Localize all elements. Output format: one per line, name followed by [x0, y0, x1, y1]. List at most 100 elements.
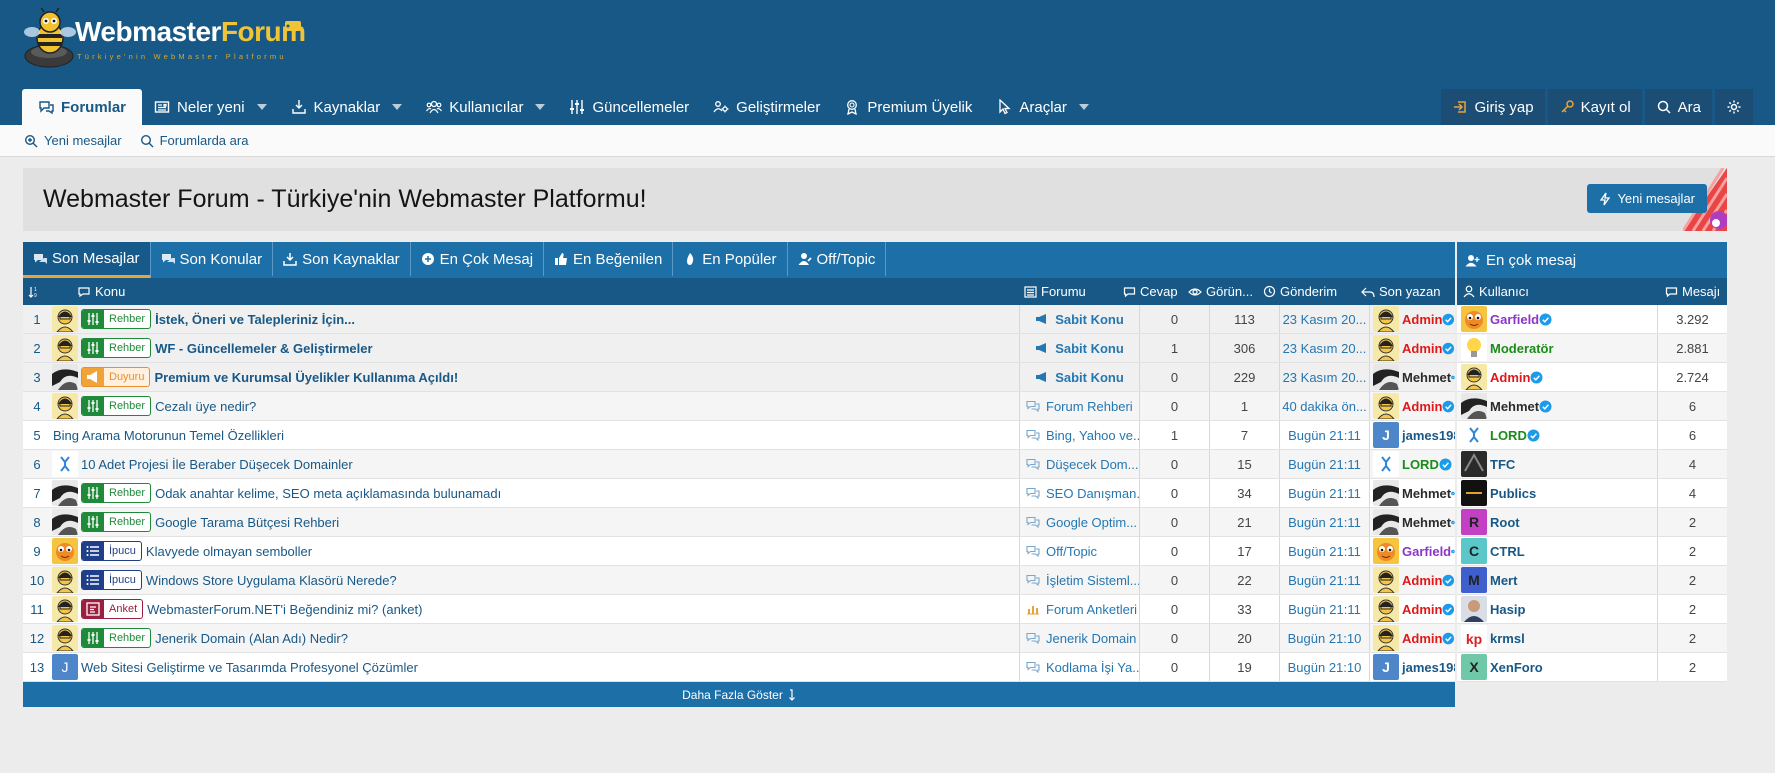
table-row[interactable]: 1 Rehber İstek, Öneri ve Talepleriniz İçin… [23, 305, 1455, 334]
topic-title-link[interactable]: Bing Arama Motorunun Temel Özellikleri [53, 428, 284, 443]
avatar[interactable]: kp [1461, 625, 1487, 651]
sent-date-cell[interactable]: 23 Kasım 20... [1279, 305, 1369, 333]
top-poster-row[interactable]: kp krmsl 2 [1457, 624, 1727, 653]
topic-title-link[interactable]: Klavyede olmayan semboller [146, 544, 312, 559]
top-poster-user[interactable]: Garfield [1457, 305, 1657, 333]
top-poster-user[interactable]: LORD [1457, 421, 1657, 449]
prefix-badge[interactable]: Rehber [81, 483, 152, 503]
top-poster-user[interactable]: C CTRL [1457, 537, 1657, 565]
avatar[interactable] [1373, 509, 1399, 535]
forum-cell[interactable]: Jenerik Domain [1019, 624, 1139, 652]
last-poster-cell[interactable]: Admin [1369, 392, 1455, 420]
nav-tab-araçlar[interactable]: Araçlar [984, 89, 1101, 125]
table-row[interactable]: 13 J Web Sitesi Geliştirme ve Tasarımda Pr… [23, 653, 1455, 682]
topic-title-link[interactable]: WF - Güncellemeler & Geliştirmeler [155, 341, 372, 356]
top-poster-row[interactable]: LORD 6 [1457, 421, 1727, 450]
top-poster-user[interactable]: X XenForo [1457, 653, 1657, 681]
forum-cell[interactable]: Kodlama İşi Ya... [1019, 653, 1139, 681]
top-poster-user[interactable]: TFC [1457, 450, 1657, 478]
forum-cell[interactable]: Sabit Konu [1019, 305, 1139, 333]
forum-cell[interactable]: İşletim Sisteml... [1019, 566, 1139, 594]
top-poster-user[interactable]: Publics [1457, 479, 1657, 507]
forum-cell[interactable]: Forum Anketleri [1019, 595, 1139, 623]
sent-date-cell[interactable]: 23 Kasım 20... [1279, 334, 1369, 362]
table-row[interactable]: 4 Rehber Cezalı üye nedir? Forum Rehberi 0 1 4… [23, 392, 1455, 421]
last-poster-cell[interactable]: Admin [1369, 595, 1455, 623]
nav-tab-geliştirmeler[interactable]: Geliştirmeler [701, 89, 832, 125]
topic-title-link[interactable]: Jenerik Domain (Alan Adı) Nedir? [155, 631, 348, 646]
sent-date-cell[interactable]: Bugün 21:10 [1279, 653, 1369, 681]
avatar[interactable] [1461, 393, 1487, 419]
avatar[interactable] [1373, 538, 1399, 564]
last-poster-cell[interactable]: Mehmet [1369, 479, 1455, 507]
forum-cell[interactable]: Off/Topic [1019, 537, 1139, 565]
nav-tab-kaynaklar[interactable]: Kaynaklar [279, 89, 415, 125]
nav-tab-forumlar[interactable]: Forumlar [22, 89, 143, 125]
avatar[interactable] [1461, 480, 1487, 506]
prefix-badge[interactable]: Rehber [81, 396, 152, 416]
avatar[interactable] [1373, 567, 1399, 593]
avatar[interactable] [52, 625, 78, 651]
top-poster-user[interactable]: kp krmsl [1457, 624, 1657, 652]
avatar[interactable] [52, 538, 78, 564]
avatar[interactable] [1461, 335, 1487, 361]
avatar[interactable]: J [1373, 654, 1399, 680]
top-poster-row[interactable]: Moderatör 2.881 [1457, 334, 1727, 363]
forum-cell[interactable]: Düşecek Dom... [1019, 450, 1139, 478]
forum-cell[interactable]: Sabit Konu [1019, 363, 1139, 391]
avatar[interactable] [1373, 393, 1399, 419]
topic-title-link[interactable]: WebmasterForum.NET'i Beğendiniz mi? (ank… [147, 602, 422, 617]
avatar[interactable] [52, 335, 78, 361]
tab-en-çok-mesaj[interactable]: En Çok Mesaj [411, 242, 545, 276]
sent-date-cell[interactable]: Bugün 21:10 [1279, 624, 1369, 652]
avatar[interactable] [1461, 596, 1487, 622]
avatar[interactable] [1373, 596, 1399, 622]
sent-date-cell[interactable]: Bugün 21:11 [1279, 537, 1369, 565]
last-poster-cell[interactable]: Mehmet [1369, 363, 1455, 391]
avatar[interactable] [1461, 306, 1487, 332]
top-poster-row[interactable]: R Root 2 [1457, 508, 1727, 537]
avatar[interactable] [1373, 364, 1399, 390]
top-poster-row[interactable]: Admin 2.724 [1457, 363, 1727, 392]
avatar[interactable] [52, 306, 78, 332]
last-poster-cell[interactable]: Admin [1369, 305, 1455, 333]
avatar[interactable] [1461, 422, 1487, 448]
avatar[interactable] [52, 480, 78, 506]
avatar[interactable] [52, 567, 78, 593]
forum-cell[interactable]: Bing, Yahoo ve... [1019, 421, 1139, 449]
topic-title-link[interactable]: Premium ve Kurumsal Üyelikler Kullanıma … [154, 370, 458, 385]
top-poster-user[interactable]: Admin [1457, 363, 1657, 391]
prefix-badge[interactable]: Rehber [81, 512, 152, 532]
site-logo[interactable]: WebmasterForum Türkiye'nin WebMaster Pla… [22, 8, 332, 74]
prefix-badge[interactable]: İpucu [81, 541, 142, 561]
table-row[interactable]: 2 Rehber WF - Güncellemeler & Geliştirmele… [23, 334, 1455, 363]
last-poster-cell[interactable]: Admin [1369, 624, 1455, 652]
avatar[interactable] [1373, 306, 1399, 332]
top-poster-row[interactable]: Hasip 2 [1457, 595, 1727, 624]
table-row[interactable]: 11 Anket WebmasterForum.NET'i Beğendiniz m… [23, 595, 1455, 624]
avatar[interactable] [52, 451, 78, 477]
nav-tab-premium-üyelik[interactable]: Premium Üyelik [832, 89, 984, 125]
forum-cell[interactable]: SEO Danışman... [1019, 479, 1139, 507]
sort-header[interactable]: 19 [27, 278, 45, 305]
top-poster-user[interactable]: Mehmet [1457, 392, 1657, 420]
table-row[interactable]: 9 İpucu Klavyede olmayan semboller Off/Topi… [23, 537, 1455, 566]
sent-date-cell[interactable]: Bugün 21:11 [1279, 595, 1369, 623]
topic-title-link[interactable]: İstek, Öneri ve Talepleriniz İçin... [155, 312, 355, 327]
forum-cell[interactable]: Sabit Konu [1019, 334, 1139, 362]
forum-cell[interactable]: Forum Rehberi [1019, 392, 1139, 420]
avatar[interactable]: J [1373, 422, 1399, 448]
last-poster-cell[interactable]: Jjames1989 [1369, 421, 1455, 449]
sent-date-cell[interactable]: Bugün 21:11 [1279, 566, 1369, 594]
topic-title-link[interactable]: Google Tarama Bütçesi Rehberi [155, 515, 339, 530]
forum-cell[interactable]: Google Optim... [1019, 508, 1139, 536]
avatar[interactable] [1461, 364, 1487, 390]
top-poster-user[interactable]: Hasip [1457, 595, 1657, 623]
sent-date-cell[interactable]: Bugün 21:11 [1279, 450, 1369, 478]
tab-en-popüler[interactable]: En Popüler [673, 242, 788, 276]
last-poster-cell[interactable]: Admin [1369, 566, 1455, 594]
sent-date-cell[interactable]: Bugün 21:11 [1279, 421, 1369, 449]
settings-button[interactable] [1715, 89, 1753, 125]
register-button[interactable]: Kayıt ol [1547, 89, 1642, 125]
prefix-badge[interactable]: Duyuru [81, 367, 151, 387]
